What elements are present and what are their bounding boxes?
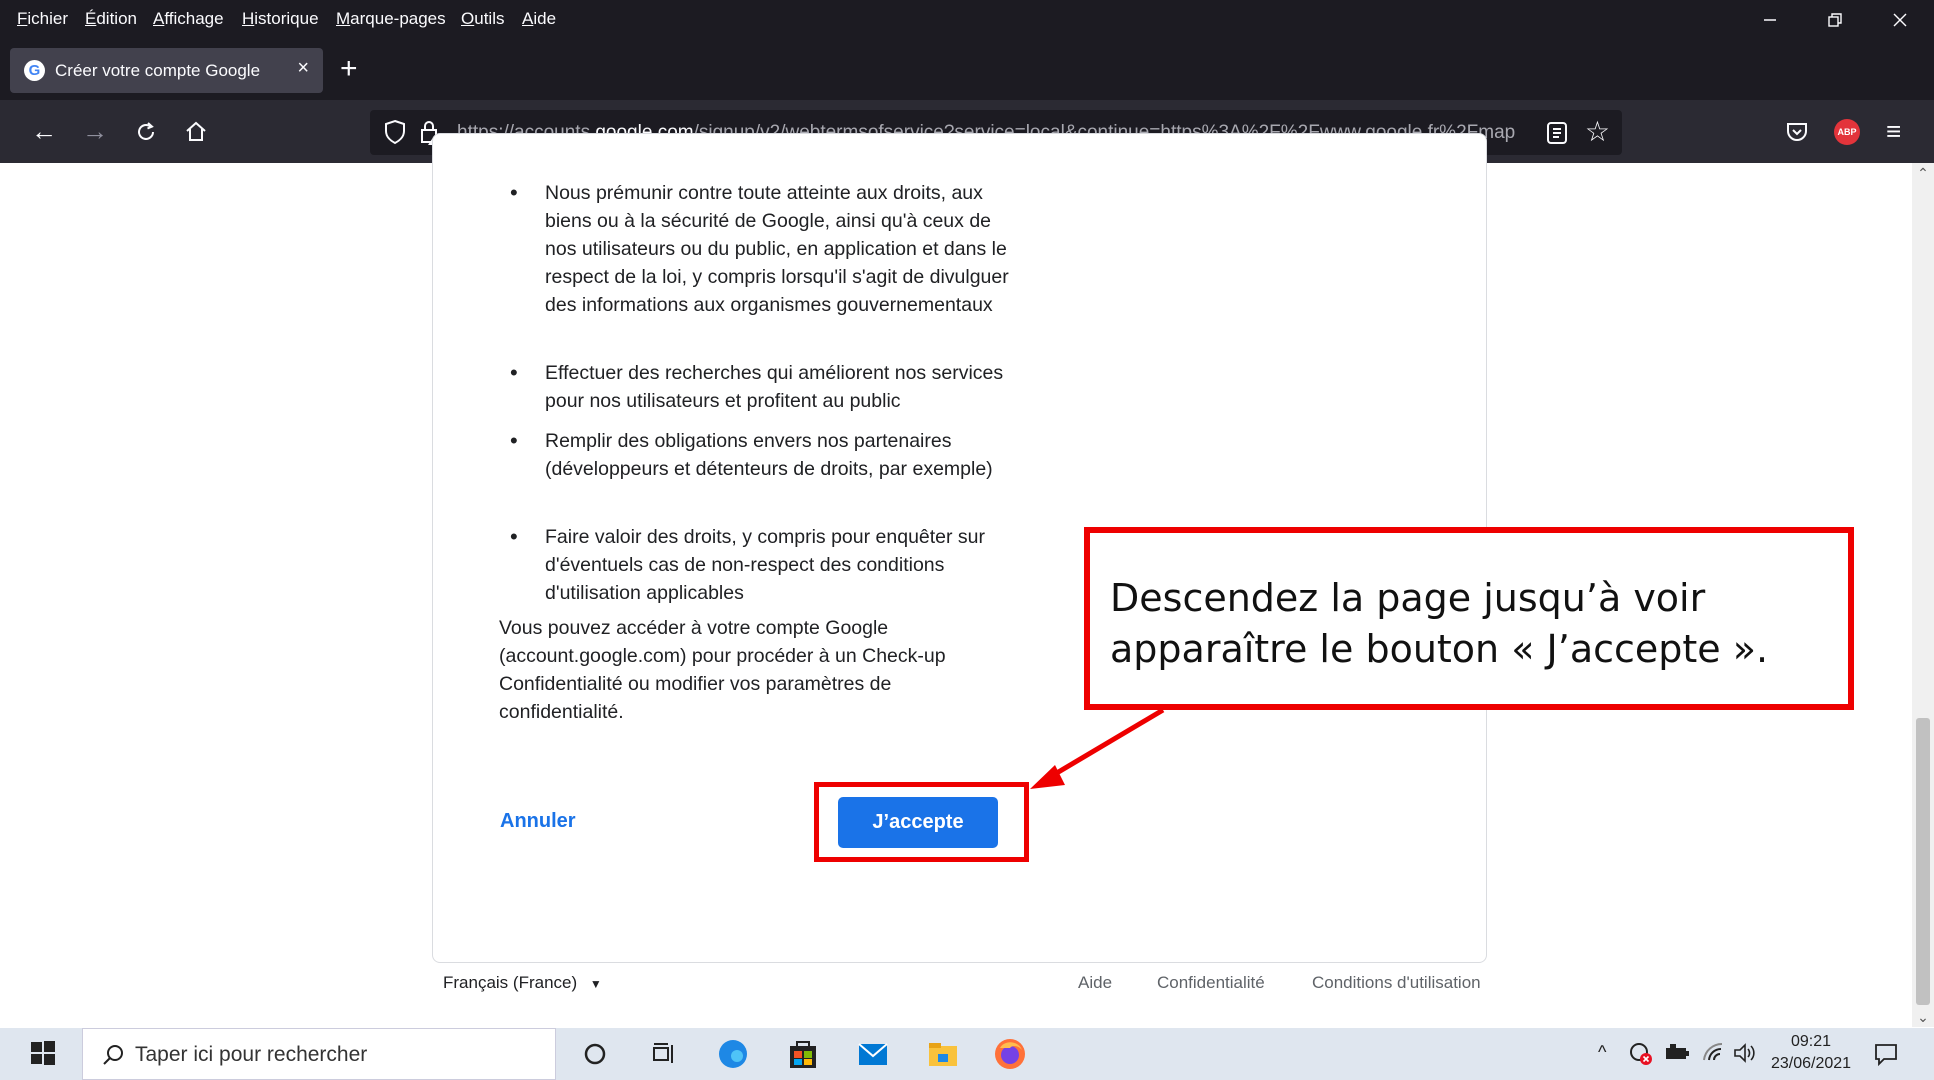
- restore-button[interactable]: [1805, 0, 1865, 40]
- scroll-thumb[interactable]: [1916, 718, 1930, 1005]
- restore-icon: [1828, 13, 1842, 27]
- list-item: • Remplir des obligations envers nos par…: [510, 428, 993, 480]
- scroll-down-icon[interactable]: ⌄: [1916, 1009, 1930, 1026]
- back-button[interactable]: ←: [24, 100, 64, 163]
- minimize-icon: [1764, 19, 1776, 21]
- privacy-paragraph: Vous pouvez accéder à votre compte Googl…: [499, 617, 946, 723]
- tab-close-button[interactable]: ×: [297, 57, 309, 80]
- tray-expand-icon[interactable]: ^: [1598, 1042, 1606, 1063]
- taskbar-search-input[interactable]: Taper ici pour rechercher: [82, 1028, 556, 1080]
- footer-link-aide[interactable]: Aide: [1078, 973, 1112, 993]
- menu-bar: Fichier Édition Affichage Historique Mar…: [0, 0, 1934, 40]
- menu-marque-pages[interactable]: Marque-pages: [336, 9, 446, 29]
- home-icon: [186, 121, 206, 141]
- language-select[interactable]: Français (France) ▼: [443, 973, 602, 993]
- accept-highlight-box: [814, 782, 1029, 862]
- footer-link-confidentialite[interactable]: Confidentialité: [1157, 973, 1265, 993]
- reload-button[interactable]: [126, 100, 166, 163]
- annotation-callout: Descendez la page jusqu’à voir apparaîtr…: [1084, 527, 1854, 710]
- file-explorer-icon[interactable]: [925, 1036, 961, 1072]
- footer-link-conditions[interactable]: Conditions d'utilisation: [1312, 973, 1481, 993]
- tab-bar: Créer votre compte Google × +: [0, 40, 1934, 100]
- battery-icon[interactable]: [1664, 1043, 1690, 1063]
- bullet-text: Effectuer des recherches qui améliorent …: [545, 362, 1004, 412]
- tracking-protection-shield-icon[interactable]: [384, 119, 406, 145]
- tab-title: Créer votre compte Google: [55, 61, 261, 80]
- new-tab-button[interactable]: +: [340, 50, 358, 88]
- clock-time[interactable]: 09:21: [1771, 1033, 1851, 1051]
- google-favicon-icon: [24, 60, 45, 81]
- windows-start-icon[interactable]: [30, 1040, 56, 1066]
- pocket-icon[interactable]: [1785, 120, 1809, 144]
- menu-outils[interactable]: Outils: [461, 9, 504, 29]
- windows-taskbar: Taper ici pour rechercher ^ 09:21 23/06/…: [0, 1028, 1934, 1080]
- hamburger-menu-icon[interactable]: ≡: [1886, 100, 1901, 163]
- firefox-icon[interactable]: [992, 1036, 1028, 1072]
- edge-icon[interactable]: [715, 1036, 751, 1072]
- reload-icon: [138, 122, 154, 140]
- menu-historique[interactable]: Historique: [242, 9, 319, 29]
- notification-icon[interactable]: [1873, 1041, 1899, 1067]
- list-item: • Nous prémunir contre toute atteinte au…: [510, 180, 1009, 316]
- network-error-icon[interactable]: [1628, 1042, 1654, 1066]
- forward-button[interactable]: →: [75, 100, 115, 163]
- menu-aide[interactable]: Aide: [522, 9, 556, 29]
- search-icon: [103, 1045, 123, 1065]
- clock-date[interactable]: 23/06/2021: [1763, 1055, 1859, 1073]
- task-view-icon[interactable]: [645, 1036, 681, 1072]
- scroll-up-icon[interactable]: ⌃: [1916, 165, 1930, 182]
- list-item: • Faire valoir des droits, y compris pou…: [510, 524, 986, 604]
- close-icon: [1893, 13, 1907, 27]
- wifi-icon[interactable]: [1702, 1042, 1726, 1064]
- menu-edition[interactable]: Édition: [85, 9, 137, 29]
- language-label: Français (France): [443, 973, 578, 992]
- minimize-button[interactable]: [1740, 0, 1800, 40]
- store-icon[interactable]: [785, 1036, 821, 1072]
- search-placeholder: Taper ici pour rechercher: [135, 1043, 368, 1066]
- menu-affichage[interactable]: Affichage: [153, 9, 224, 29]
- adblock-plus-icon[interactable]: ABP: [1834, 119, 1860, 145]
- list-item: • Effectuer des recherches qui amélioren…: [510, 360, 1004, 412]
- cortana-icon[interactable]: [577, 1036, 613, 1072]
- chevron-down-icon: ▼: [589, 977, 602, 991]
- page-content: • Nous prémunir contre toute atteinte au…: [10, 133, 1911, 1027]
- reader-view-icon[interactable]: [1545, 120, 1569, 146]
- menu-fichier[interactable]: Fichier: [17, 9, 68, 29]
- bullet-text: Remplir des obligations envers nos parte…: [545, 430, 993, 480]
- bookmark-star-icon[interactable]: ☆: [1585, 116, 1610, 148]
- bullet-text: Faire valoir des droits, y compris pour …: [545, 526, 986, 604]
- bullet-text: Nous prémunir contre toute atteinte aux …: [545, 182, 1009, 316]
- cancel-button[interactable]: Annuler: [500, 810, 576, 833]
- tab-google-signup[interactable]: Créer votre compte Google ×: [10, 48, 323, 93]
- annotation-text: Descendez la page jusqu’à voir apparaîtr…: [1110, 576, 1769, 671]
- volume-icon[interactable]: [1732, 1042, 1758, 1064]
- page-scrollbar[interactable]: ⌃ ⌄: [1912, 163, 1934, 1027]
- close-window-button[interactable]: [1870, 0, 1930, 40]
- home-button[interactable]: [176, 100, 216, 163]
- mail-icon[interactable]: [855, 1036, 891, 1072]
